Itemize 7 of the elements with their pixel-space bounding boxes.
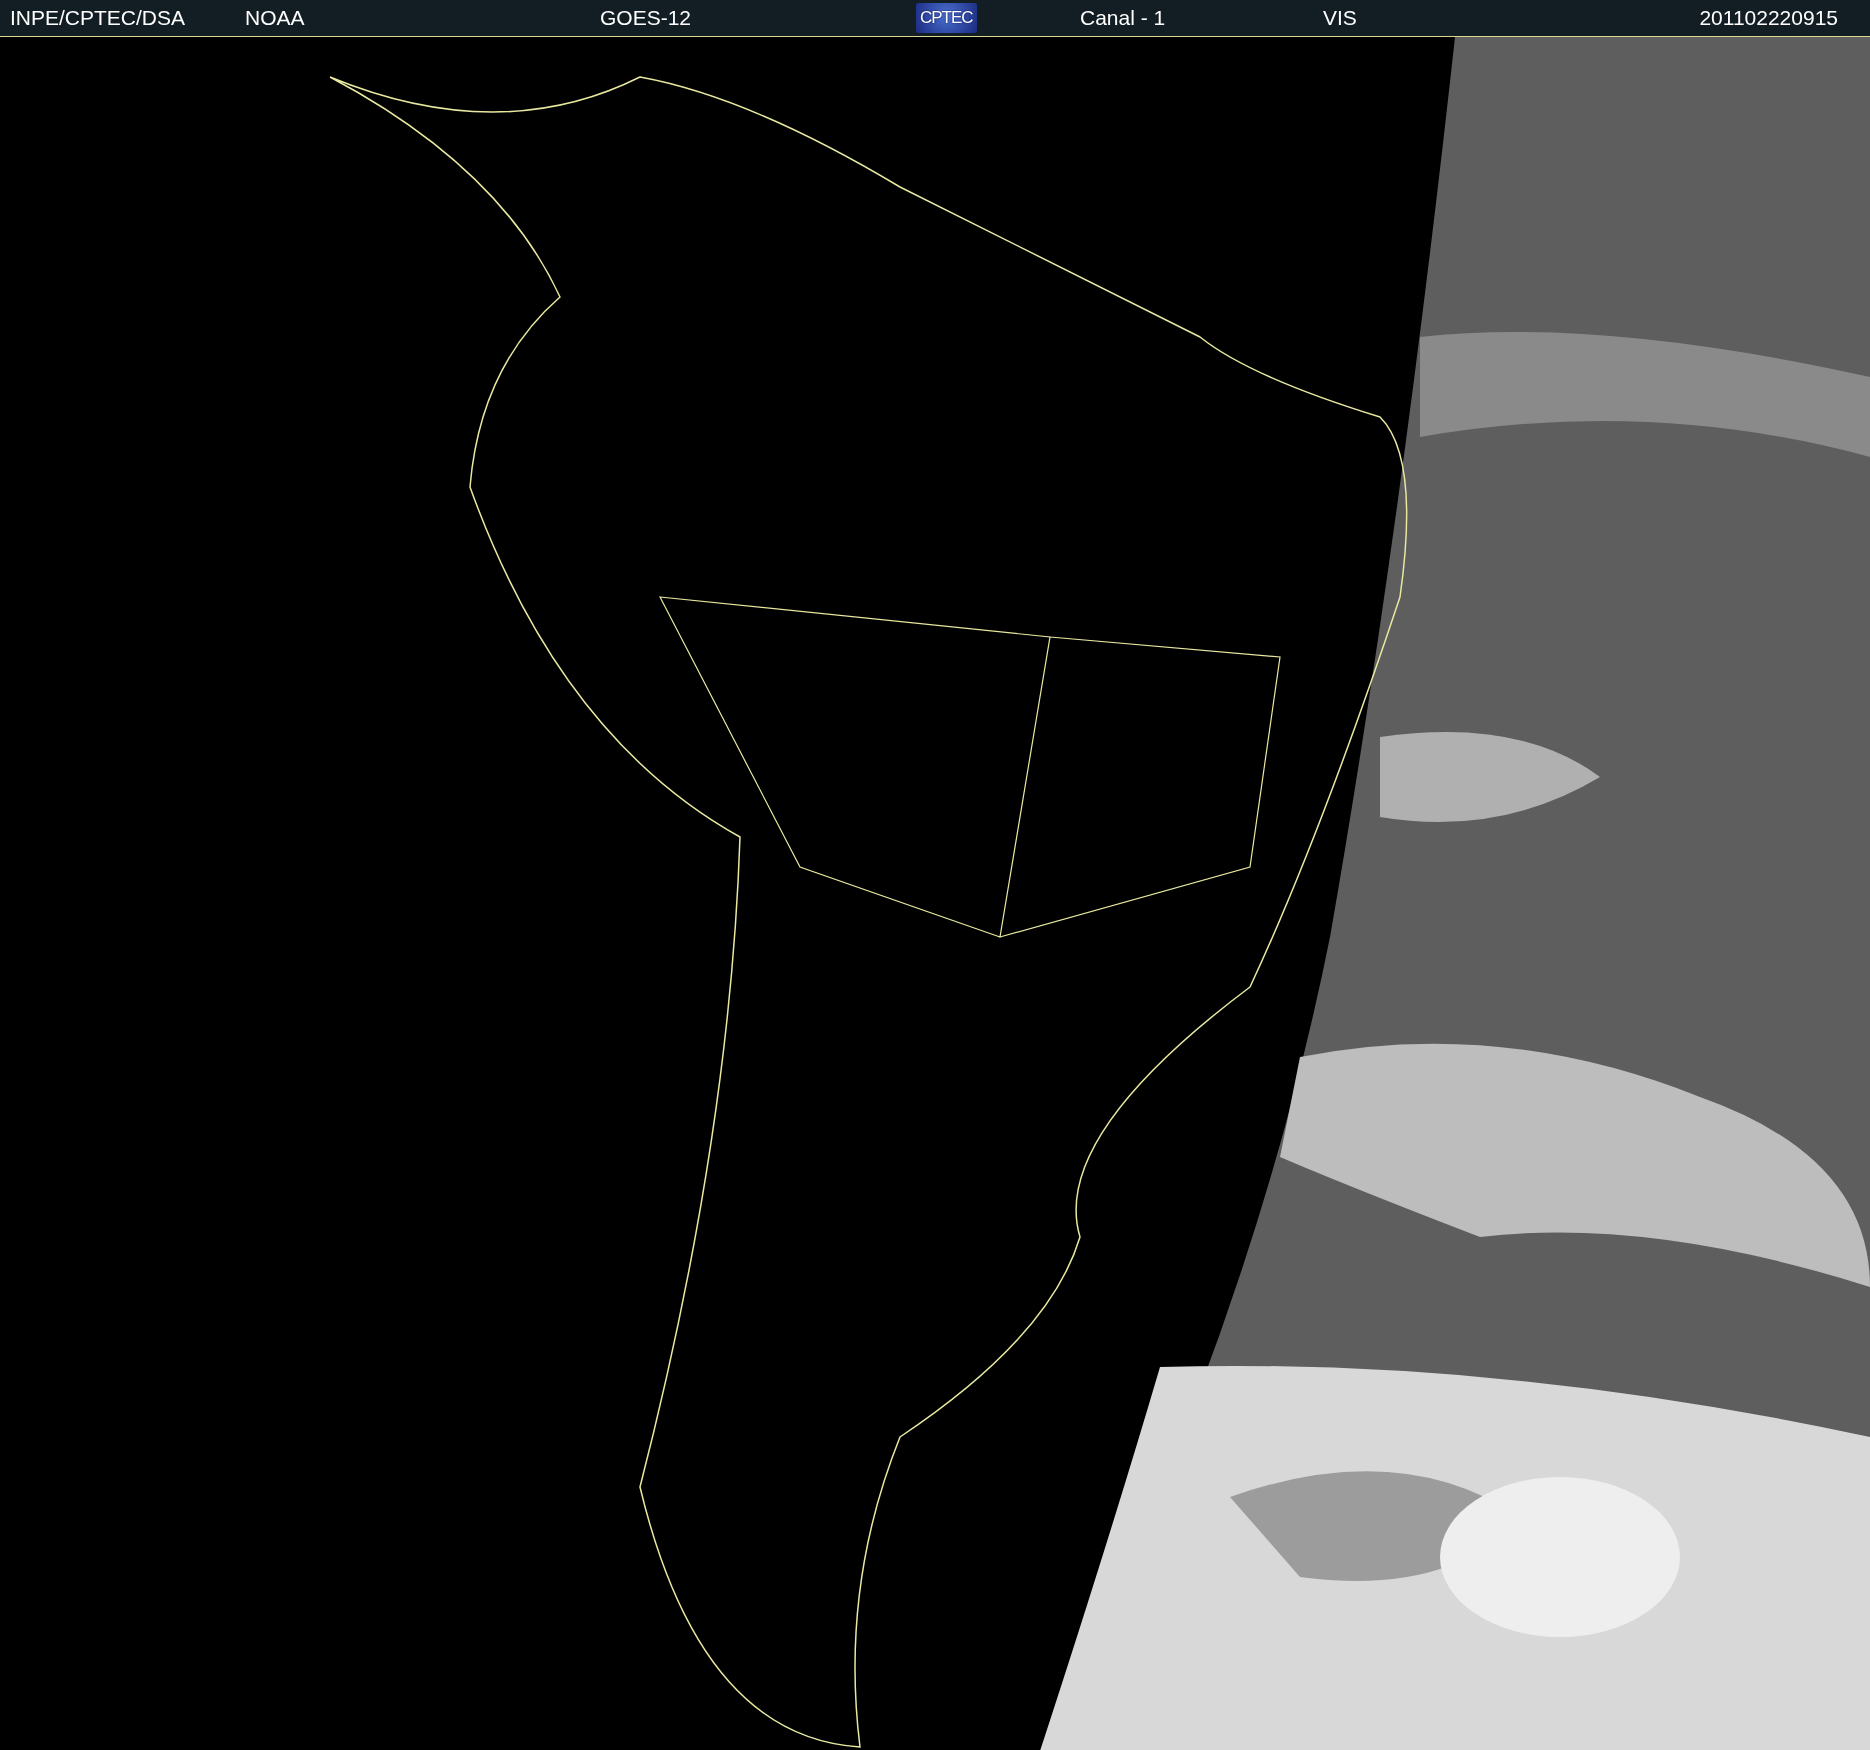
header-label: INPE/CPTEC/DSA xyxy=(10,6,186,30)
header-label: VIS xyxy=(1323,6,1357,30)
header-label: GOES-12 xyxy=(600,6,692,30)
header-label: Canal - 1 xyxy=(1080,6,1166,30)
header-label: 201102220915 xyxy=(1699,6,1838,30)
logo: CPTEC xyxy=(916,3,977,33)
header-label: NOAA xyxy=(245,6,305,30)
